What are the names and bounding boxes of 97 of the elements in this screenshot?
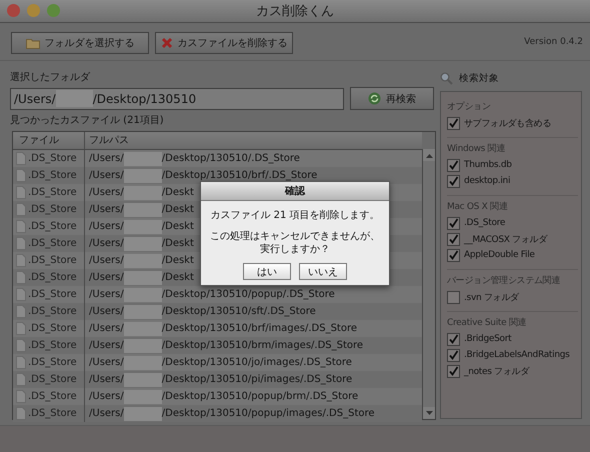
- dialog-title: 確認: [285, 184, 305, 198]
- window-title: カス削除くん: [256, 3, 334, 20]
- checkbox[interactable]: [447, 216, 460, 230]
- checkbox-label: desktop.ini: [464, 176, 510, 186]
- checkbox-label: .BridgeLabelsAndRatings: [464, 350, 570, 360]
- checkbox-label: Thumbs.db: [464, 160, 512, 170]
- checkbox[interactable]: [447, 332, 460, 346]
- file-name: .DS_Store: [28, 289, 77, 300]
- checkbox[interactable]: [447, 248, 460, 262]
- dialog-message: カスファイル 21 項目を削除します。: [210, 208, 380, 222]
- path-text: /Deskt: [162, 255, 194, 266]
- scroll-down-icon[interactable]: [423, 407, 435, 419]
- path-text: /Deskt: [162, 221, 194, 232]
- path-text: /Users/: [89, 272, 124, 283]
- checkbox[interactable]: [447, 364, 460, 378]
- group-title: バージョン管理システム関連: [447, 274, 562, 288]
- checkbox[interactable]: [447, 348, 460, 362]
- folder-icon: [26, 38, 40, 48]
- rescan-button[interactable]: 再検索: [350, 87, 434, 110]
- path-text: /Desktop/130510/sft/.DS_Store: [162, 306, 316, 317]
- folder-path-field[interactable]: /Users/ /Desktop/130510: [10, 88, 344, 110]
- file-name: .DS_Store: [28, 323, 77, 334]
- search-icon: [440, 72, 453, 84]
- path-text: /Deskt: [162, 204, 194, 215]
- file-name: .DS_Store: [28, 187, 77, 198]
- cross-icon: [160, 37, 172, 49]
- toolbar-button[interactable]: カスファイルを削除する: [155, 32, 293, 54]
- group-title: Creative Suite 関連: [447, 316, 528, 330]
- group-title: オプション: [447, 100, 492, 114]
- file-name: .DS_Store: [28, 153, 77, 164]
- file-name: .DS_Store: [28, 391, 77, 402]
- path-text: /Users/: [89, 170, 124, 181]
- file-name: .DS_Store: [28, 306, 77, 317]
- path-text: /Desktop/130510/popup/brm/.DS_Store: [162, 391, 358, 402]
- path-text: /Users/: [89, 391, 124, 402]
- path-text: /Users/: [89, 289, 124, 300]
- path-text: /Users/: [89, 323, 124, 334]
- dialog-question: 実行しますか？: [260, 243, 330, 256]
- path-text: /Desktop/130510/popup/.DS_Store: [162, 289, 335, 300]
- file-name: .DS_Store: [28, 357, 77, 368]
- file-name: .DS_Store: [28, 374, 77, 385]
- checkbox[interactable]: [447, 158, 460, 172]
- file-name: .DS_Store: [28, 272, 77, 283]
- path-text: /Users/: [89, 357, 124, 368]
- path-text: /Desktop/130510/popup/images/.DS_Store: [162, 408, 375, 419]
- scroll-up-icon[interactable]: [423, 149, 435, 161]
- version-label: Version 0.4.2: [524, 36, 583, 46]
- group-title: Windows 関連: [447, 142, 506, 156]
- file-name: .DS_Store: [28, 204, 77, 215]
- checkbox[interactable]: [447, 290, 460, 304]
- path-text: /Desktop/130510/brf/images/.DS_Store: [162, 323, 358, 334]
- folder-label: 選択したフォルダ: [10, 71, 92, 85]
- path-text: /Users/: [89, 255, 124, 266]
- path-text: /Users/: [89, 340, 124, 351]
- checkbox[interactable]: [447, 232, 460, 246]
- column-header[interactable]: ファイル: [13, 132, 85, 149]
- scrollbar[interactable]: [422, 149, 435, 419]
- path-text: /Users/: [89, 153, 124, 164]
- search-targets-title: 検索対象: [459, 72, 499, 84]
- checkbox-label: AppleDouble File: [464, 250, 535, 260]
- file-name: .DS_Store: [28, 255, 77, 266]
- file-name: .DS_Store: [28, 221, 77, 232]
- path-text: /Users/: [89, 187, 124, 198]
- path-text: /Desktop/130510/brf/.DS_Store: [162, 170, 318, 181]
- column-header[interactable]: フルパス: [85, 132, 422, 149]
- path-text: /Users/: [89, 238, 124, 249]
- path-text: /Desktop/130510/brm/images/.DS_Store: [162, 340, 364, 351]
- path-text: /Users/: [89, 408, 124, 419]
- checkbox-label: .BridgeSort: [464, 334, 512, 344]
- toolbar-button[interactable]: フォルダを選択する: [11, 32, 149, 54]
- checkbox-label: .DS_Store: [464, 218, 506, 228]
- path-text: /Deskt: [162, 187, 194, 198]
- file-name: .DS_Store: [28, 238, 77, 249]
- path-text: /Desktop/130510/jo/images/.DS_Store: [162, 357, 352, 368]
- refresh-icon: [368, 92, 381, 105]
- file-name: .DS_Store: [28, 170, 77, 181]
- checkbox-label: _notes フォルダ: [464, 366, 530, 378]
- dialog-question: この処理はキャンセルできませんが、: [210, 230, 380, 243]
- path-text: /Users/: [89, 204, 124, 215]
- checkbox[interactable]: [447, 116, 460, 130]
- path-text: /Desktop/130510/pi/images/.DS_Store: [162, 374, 352, 385]
- checkbox-label: __MACOSX フォルダ: [464, 234, 547, 246]
- file-name: .DS_Store: [28, 408, 77, 419]
- path-text: /Deskt: [162, 238, 194, 249]
- path-text: /Users/: [89, 374, 124, 385]
- path-text: /Users/: [89, 221, 124, 232]
- dialog-button[interactable]: はい: [243, 263, 291, 280]
- path-text: /Desktop/130510/.DS_Store: [162, 153, 300, 164]
- results-label: 見つかったカスファイル (21項目): [10, 114, 165, 128]
- path-text: /Deskt: [162, 272, 194, 283]
- group-title: Mac OS X 関連: [447, 200, 508, 214]
- checkbox[interactable]: [447, 174, 460, 188]
- path-text: /Users/: [89, 306, 124, 317]
- checkbox-label: サブフォルダも含める: [464, 118, 552, 130]
- checkbox-label: .svn フォルダ: [464, 292, 519, 304]
- dialog-button[interactable]: いいえ: [299, 263, 347, 280]
- file-name: .DS_Store: [28, 340, 77, 351]
